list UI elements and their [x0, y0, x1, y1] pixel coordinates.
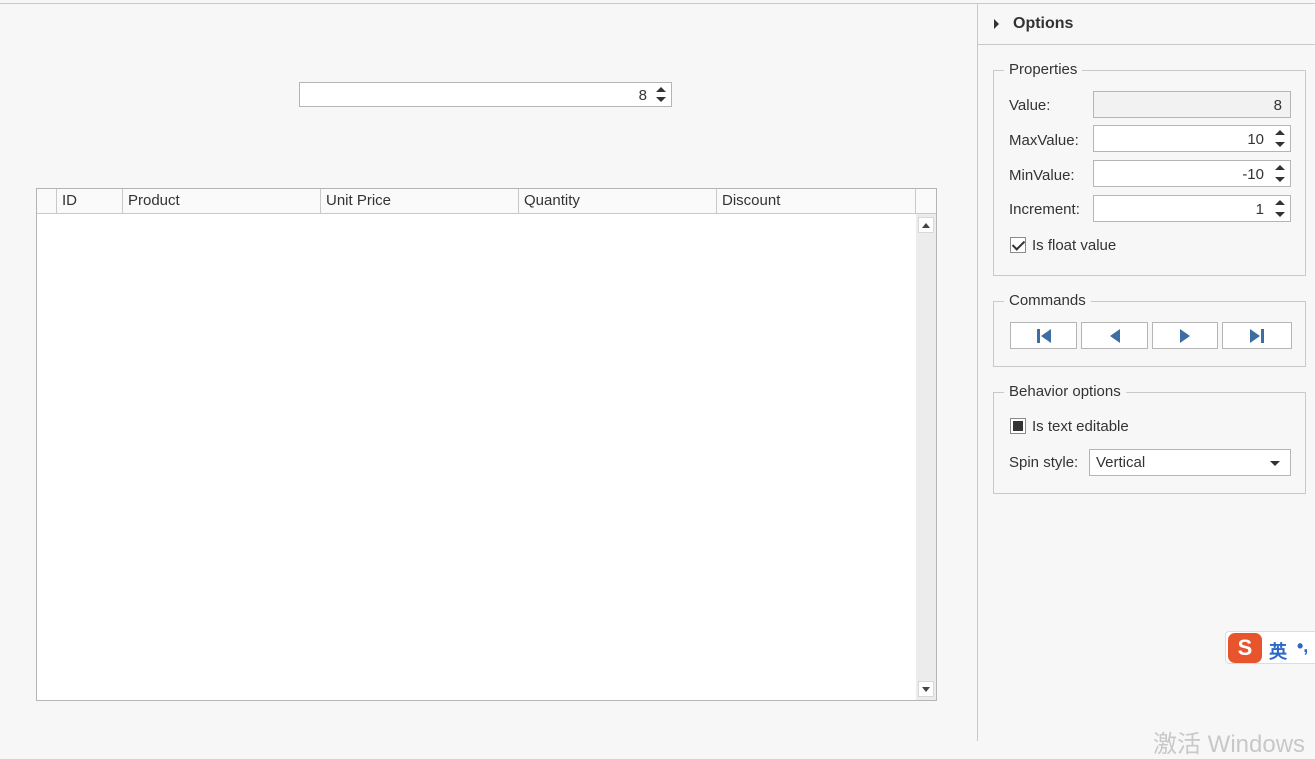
main-spin-input[interactable]: 8	[299, 82, 672, 107]
scroll-up-button[interactable]	[918, 217, 934, 233]
last-icon	[1250, 328, 1264, 343]
ime-toolbar[interactable]: S 英 •,	[1225, 631, 1315, 664]
is-float-label[interactable]: Is float value	[1032, 237, 1116, 254]
max-value-spin-buttons[interactable]	[1270, 126, 1290, 151]
ime-punctuation-indicator[interactable]: •,	[1297, 636, 1308, 657]
previous-button[interactable]	[1081, 322, 1148, 349]
data-grid[interactable]: ID Product Unit Price Quantity Discount	[36, 188, 937, 701]
grid-header-id[interactable]: ID	[57, 189, 123, 213]
increment-input[interactable]: 1	[1093, 195, 1291, 222]
increment-spin-buttons[interactable]	[1270, 196, 1290, 221]
behavior-title: Behavior options	[1004, 383, 1126, 400]
options-title: Options	[1013, 15, 1074, 32]
grid-vertical-scrollbar[interactable]	[916, 214, 936, 700]
spin-down-icon[interactable]	[1275, 177, 1285, 182]
increment-label: Increment:	[1009, 201, 1080, 218]
scroll-down-button[interactable]	[918, 681, 934, 697]
main-spin-value: 8	[638, 87, 647, 104]
min-value-spin-buttons[interactable]	[1270, 161, 1290, 186]
previous-icon	[1109, 328, 1120, 343]
max-value-label: MaxValue:	[1009, 132, 1079, 149]
checkmark-icon	[1011, 237, 1026, 251]
spin-up-icon[interactable]	[1275, 130, 1285, 135]
spin-style-select[interactable]: Vertical	[1089, 449, 1291, 476]
spin-style-value: Vertical	[1096, 454, 1146, 471]
sogou-logo-icon[interactable]: S	[1228, 633, 1262, 663]
commands-group: Commands	[993, 292, 1306, 367]
increment-text: 1	[1255, 201, 1264, 218]
indeterminate-icon	[1013, 421, 1023, 431]
spin-down-icon[interactable]	[1275, 212, 1285, 217]
value-text: 8	[1273, 97, 1282, 114]
grid-header-indicator	[37, 189, 57, 213]
max-value-input[interactable]: 10	[1093, 125, 1291, 152]
spin-style-label: Spin style:	[1009, 454, 1079, 471]
commands-title: Commands	[1004, 292, 1091, 309]
properties-title: Properties	[1004, 61, 1083, 78]
last-button[interactable]	[1222, 322, 1292, 349]
value-label: Value:	[1009, 97, 1051, 114]
first-button[interactable]	[1010, 322, 1077, 349]
spin-up-icon[interactable]	[656, 87, 666, 92]
next-icon	[1180, 328, 1190, 343]
is-float-checkbox[interactable]	[1010, 237, 1026, 253]
ime-mode-indicator[interactable]: 英	[1269, 638, 1287, 664]
grid-header-quantity[interactable]: Quantity	[519, 189, 717, 213]
activate-windows-watermark: 激活 Windows	[1153, 731, 1306, 758]
scroll-up-icon	[922, 223, 930, 228]
grid-header-unit-price[interactable]: Unit Price	[321, 189, 519, 213]
first-icon	[1036, 328, 1051, 343]
max-value-text: 10	[1247, 131, 1264, 148]
spin-up-icon[interactable]	[1275, 200, 1285, 205]
main-spin-buttons[interactable]	[651, 83, 671, 106]
behavior-group: Behavior options Is text editable Spin s…	[993, 383, 1306, 494]
grid-header-discount[interactable]: Discount	[717, 189, 916, 213]
min-value-input[interactable]: -10	[1093, 160, 1291, 187]
properties-group: Properties Value: 8 MaxValue: 10 MinValu…	[993, 61, 1306, 276]
value-field: 8	[1093, 91, 1291, 118]
options-header[interactable]: Options	[978, 4, 1315, 45]
min-value-label: MinValue:	[1009, 167, 1075, 184]
spin-down-icon[interactable]	[656, 97, 666, 102]
is-text-editable-checkbox[interactable]	[1010, 418, 1026, 434]
expand-caret-icon[interactable]	[994, 19, 999, 29]
is-text-editable-label[interactable]: Is text editable	[1032, 418, 1129, 435]
spin-down-icon[interactable]	[1275, 142, 1285, 147]
grid-header-product[interactable]: Product	[123, 189, 321, 213]
dropdown-arrow-icon[interactable]	[1270, 461, 1280, 466]
grid-header: ID Product Unit Price Quantity Discount	[37, 189, 936, 214]
spin-up-icon[interactable]	[1275, 165, 1285, 170]
min-value-text: -10	[1242, 166, 1264, 183]
scroll-down-icon	[922, 687, 930, 692]
next-button[interactable]	[1152, 322, 1218, 349]
